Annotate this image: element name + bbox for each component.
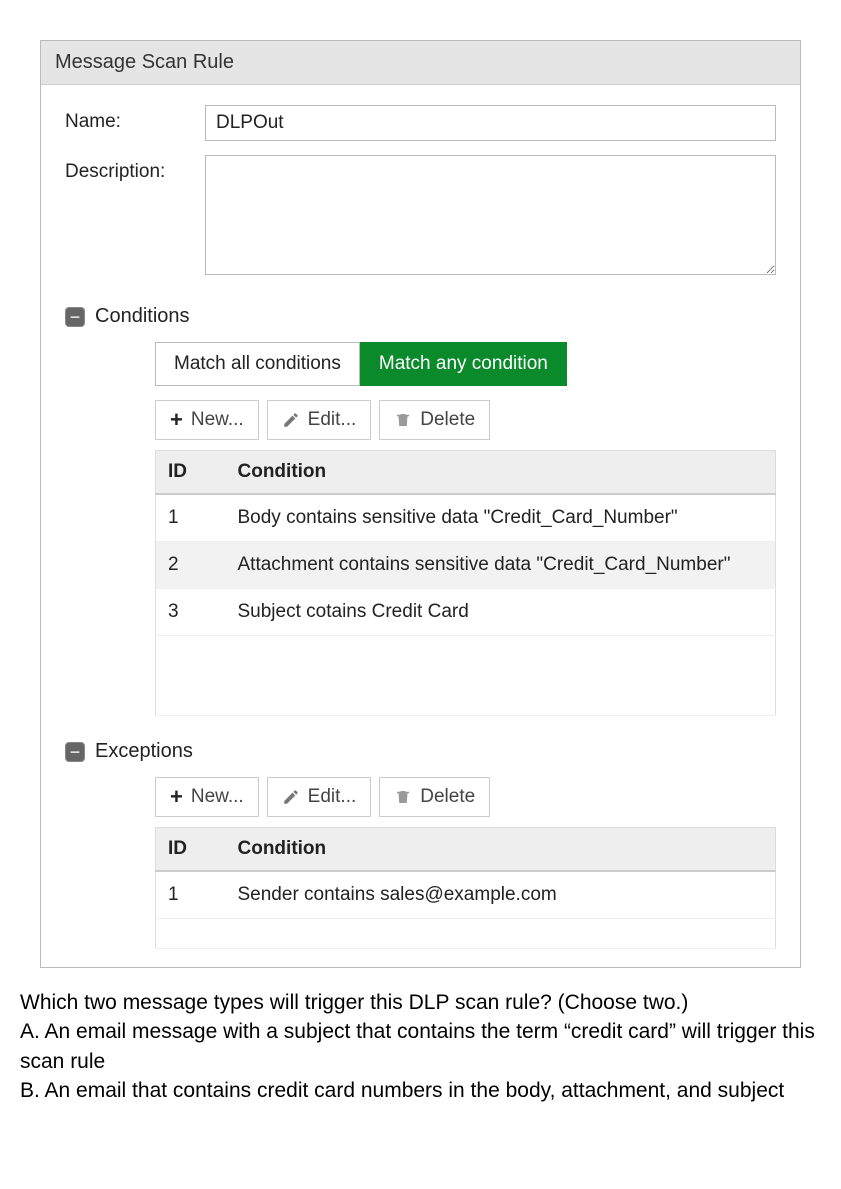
cell-condition: Subject cotains Credit Card <box>226 589 776 636</box>
conditions-header: − Conditions <box>65 305 776 328</box>
exceptions-new-label: New... <box>191 786 244 808</box>
trash-icon <box>394 788 412 806</box>
question-block: Which two message types will trigger thi… <box>20 988 821 1106</box>
match-mode-tabs: Match all conditions Match any condition <box>155 342 776 386</box>
minus-icon[interactable]: − <box>65 742 85 762</box>
question-choice-a: A. An email message with a subject that … <box>20 1017 821 1076</box>
conditions-col-condition: Condition <box>226 451 776 495</box>
exceptions-edit-label: Edit... <box>308 786 357 808</box>
conditions-header-row: ID Condition <box>156 451 776 495</box>
question-prompt: Which two message types will trigger thi… <box>20 988 821 1017</box>
conditions-title: Conditions <box>95 305 190 328</box>
cell-id: 2 <box>156 542 226 589</box>
trash-icon <box>394 411 412 429</box>
table-empty-space <box>156 636 776 716</box>
cell-condition: Sender contains sales@example.com <box>226 871 776 919</box>
table-empty-space <box>156 919 776 949</box>
exceptions-new-button[interactable]: + New... <box>155 777 259 817</box>
name-row: Name: <box>65 105 776 141</box>
exceptions-col-id: ID <box>156 828 226 872</box>
table-row[interactable]: 1 Sender contains sales@example.com <box>156 871 776 919</box>
tab-match-any[interactable]: Match any condition <box>360 342 567 386</box>
conditions-delete-label: Delete <box>420 409 475 431</box>
minus-icon[interactable]: − <box>65 307 85 327</box>
conditions-new-button[interactable]: + New... <box>155 400 259 440</box>
question-choice-b: B. An email that contains credit card nu… <box>20 1076 821 1105</box>
cell-id: 1 <box>156 494 226 542</box>
conditions-toolbar: + New... Edit... Delete <box>155 400 776 440</box>
table-row[interactable]: 3 Subject cotains Credit Card <box>156 589 776 636</box>
conditions-edit-label: Edit... <box>308 409 357 431</box>
exceptions-table: ID Condition 1 Sender contains sales@exa… <box>155 827 776 949</box>
conditions-col-id: ID <box>156 451 226 495</box>
exceptions-title: Exceptions <box>95 740 193 763</box>
conditions-new-label: New... <box>191 409 244 431</box>
name-input[interactable] <box>205 105 776 141</box>
exceptions-section: − Exceptions + New... Edit... <box>41 734 800 967</box>
exceptions-body: + New... Edit... Delete <box>155 777 776 949</box>
conditions-edit-button[interactable]: Edit... <box>267 400 372 440</box>
exceptions-col-condition: Condition <box>226 828 776 872</box>
form-area: Name: Description: <box>41 85 800 299</box>
description-input[interactable] <box>205 155 776 275</box>
exceptions-delete-button[interactable]: Delete <box>379 777 490 817</box>
tab-match-all[interactable]: Match all conditions <box>155 342 360 386</box>
cell-condition: Attachment contains sensitive data "Cred… <box>226 542 776 589</box>
conditions-table: ID Condition 1 Body contains sensitive d… <box>155 450 776 716</box>
table-row[interactable]: 2 Attachment contains sensitive data "Cr… <box>156 542 776 589</box>
plus-icon: + <box>170 784 183 810</box>
panel-title: Message Scan Rule <box>41 41 800 85</box>
conditions-body: Match all conditions Match any condition… <box>155 342 776 716</box>
plus-icon: + <box>170 407 183 433</box>
cell-condition: Body contains sensitive data "Credit_Car… <box>226 494 776 542</box>
name-label: Name: <box>65 105 205 133</box>
description-label: Description: <box>65 155 205 183</box>
exceptions-toolbar: + New... Edit... Delete <box>155 777 776 817</box>
table-row[interactable]: 1 Body contains sensitive data "Credit_C… <box>156 494 776 542</box>
pencil-icon <box>282 788 300 806</box>
description-row: Description: <box>65 155 776 275</box>
cell-id: 3 <box>156 589 226 636</box>
cell-id: 1 <box>156 871 226 919</box>
exceptions-header-row: ID Condition <box>156 828 776 872</box>
pencil-icon <box>282 411 300 429</box>
exceptions-header: − Exceptions <box>65 740 776 763</box>
message-scan-rule-panel: Message Scan Rule Name: Description: − C… <box>40 40 801 968</box>
exceptions-delete-label: Delete <box>420 786 475 808</box>
conditions-section: − Conditions Match all conditions Match … <box>41 299 800 734</box>
conditions-delete-button[interactable]: Delete <box>379 400 490 440</box>
exceptions-edit-button[interactable]: Edit... <box>267 777 372 817</box>
